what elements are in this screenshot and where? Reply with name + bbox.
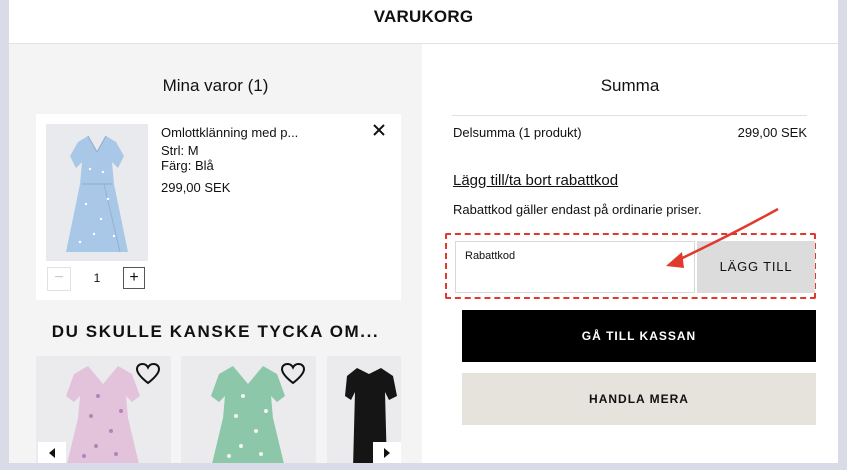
cart-items-title: Mina varor (1) xyxy=(162,76,269,95)
item-color: Färg: Blå xyxy=(161,158,214,173)
close-icon xyxy=(373,124,385,136)
recommendation-card[interactable] xyxy=(181,356,316,463)
carousel-prev-button[interactable] xyxy=(38,442,66,463)
summary-title: Summa xyxy=(600,76,660,95)
discount-note: Rabattkod gäller endast på ordinarie pri… xyxy=(453,202,702,217)
summary-panel: Summa Delsumma (1 produkt) 299,00 SEK Lä… xyxy=(422,44,838,463)
subtotal-label: Delsumma (1 produkt) xyxy=(453,125,582,140)
discount-code-field[interactable]: Rabattkod xyxy=(455,241,695,293)
blue-wrap-dress-image xyxy=(46,124,148,261)
heart-icon[interactable] xyxy=(135,362,161,386)
cart-items-panel: Mina varor (1) Omlottklänning med p... S xyxy=(9,44,422,463)
product-image[interactable] xyxy=(46,124,148,261)
recommendation-card[interactable] xyxy=(327,356,401,463)
item-price: 299,00 SEK xyxy=(161,180,231,195)
heart-icon[interactable] xyxy=(280,362,306,386)
arrow-right-icon xyxy=(384,448,390,458)
recommendation-card[interactable] xyxy=(36,356,171,463)
discount-code-label: Rabattkod xyxy=(465,250,516,262)
quantity-value: 1 xyxy=(93,271,101,285)
cart-item: Omlottklänning med p... Strl: M Färg: Bl… xyxy=(36,114,401,300)
item-size: Strl: M xyxy=(161,143,199,158)
carousel-next-button[interactable] xyxy=(373,442,401,463)
checkout-button[interactable]: GÅ TILL KASSAN xyxy=(462,310,816,362)
discount-code-link[interactable]: Lägg till/ta bort rabattkod xyxy=(453,172,618,189)
continue-shopping-button[interactable]: HANDLA MERA xyxy=(462,373,816,425)
cart-page: VARUKORG Mina varor (1) Omlottklänning m… xyxy=(9,0,838,463)
discount-code-input[interactable] xyxy=(464,266,688,288)
arrow-left-icon xyxy=(49,448,55,458)
page-title: VARUKORG xyxy=(373,7,474,26)
summary-divider xyxy=(452,115,807,116)
remove-item-button[interactable] xyxy=(370,122,388,140)
subtotal-value: 299,00 SEK xyxy=(737,125,807,140)
recommendations-title: DU SKULLE KANSKE TYCKA OM... xyxy=(51,322,380,341)
increase-quantity-button[interactable]: + xyxy=(123,267,145,289)
item-name[interactable]: Omlottklänning med p... xyxy=(161,125,298,140)
decrease-quantity-button[interactable]: − xyxy=(47,267,71,291)
apply-discount-button[interactable]: LÄGG TILL xyxy=(697,241,815,293)
page-header: VARUKORG xyxy=(9,0,838,44)
